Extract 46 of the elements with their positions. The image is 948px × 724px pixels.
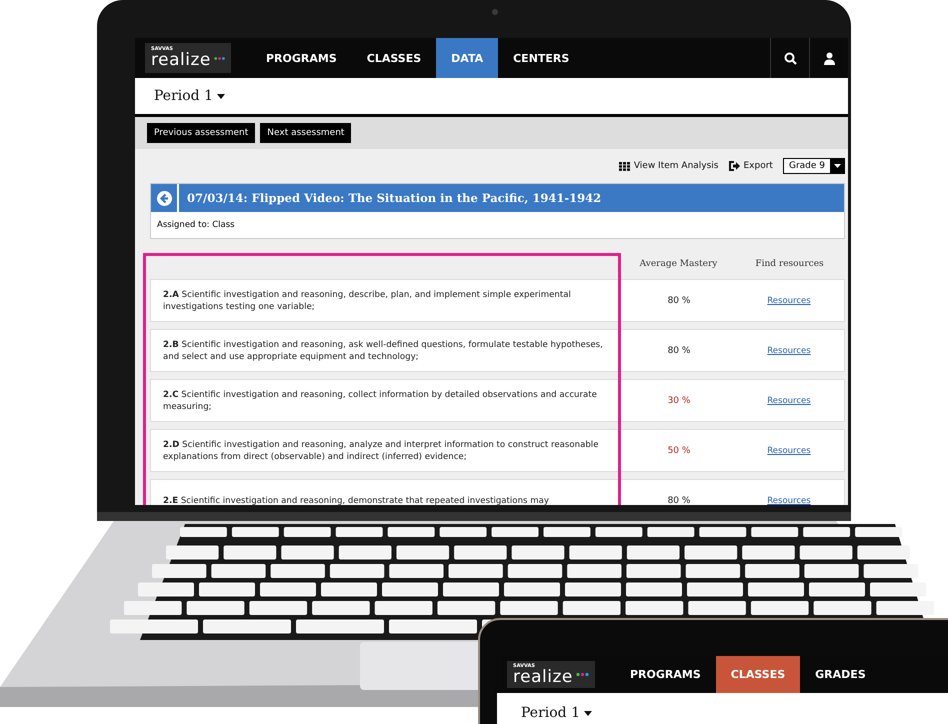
standard-description: 2.E Scientific investigation and reasoning, demonstrate that repeated investigations may <box>162 494 550 505</box>
resources-link[interactable]: Resources <box>767 346 811 356</box>
logo-name: realize <box>151 52 211 69</box>
mastery-percent: 50 % <box>666 446 692 456</box>
standard-description: 2.C Scientific investigation and reasoning, collect information by detailed observations and accurate measuring; <box>162 388 598 412</box>
grid-icon <box>618 162 630 170</box>
assigned-label: Assigned to: Class <box>156 219 236 232</box>
nav-tab[interactable]: PROGRAMS <box>615 656 716 693</box>
assessment-nav-button[interactable]: Next assessment <box>260 123 352 143</box>
nav-tab[interactable]: CENTERS <box>498 38 584 78</box>
nav-tab[interactable]: GRADES <box>800 656 881 693</box>
mastery-percent: 80 % <box>666 346 692 356</box>
mastery-percent: 80 % <box>666 496 692 505</box>
standard-description: 2.D Scientific investigation and reasoning, analyze and interpret information to construct reasonable explanations from direct (observable) and indirect (inferred) evidence; <box>162 438 600 462</box>
standard-description: 2.A Scientific investigation and reasoning, describe, plan, and implement simple experimental investigations testing one variable; <box>162 288 572 312</box>
assessment-title: 07/03/14: Flipped Video: The Situation in the Pacific, 1941-1942 <box>186 190 602 207</box>
nav-tab[interactable]: PROGRAMS <box>251 38 352 78</box>
resources-link[interactable]: Resources <box>767 296 811 306</box>
back-arrow-icon[interactable] <box>156 190 172 206</box>
mastery-percent: 30 % <box>666 396 692 406</box>
logo-dots-icon <box>576 672 589 677</box>
export-icon <box>728 161 740 171</box>
resources-link[interactable]: Resources <box>767 496 811 505</box>
nav-tab[interactable]: CLASSES <box>716 656 800 693</box>
grade-select[interactable]: Grade 9 <box>782 158 845 174</box>
logo-dots-icon <box>214 56 225 60</box>
webcam-dot <box>492 9 498 15</box>
period-dropdown[interactable]: Period 1 <box>154 88 225 104</box>
standard-description: 2.B Scientific investigation and reasoning, ask well-defined questions, formulate testable hypotheses, and select and use appropriate equipment and technology; <box>162 338 604 362</box>
caret-icon <box>584 710 592 716</box>
nav-tab[interactable]: CLASSES <box>352 38 436 78</box>
column-header: Find resources <box>754 259 825 269</box>
period-dropdown[interactable]: Period 1 <box>521 705 948 721</box>
assessment-nav-button[interactable]: Previous assessment <box>147 123 256 143</box>
resources-link[interactable]: Resources <box>767 396 811 406</box>
column-header: Average Mastery <box>638 259 718 269</box>
resources-link[interactable]: Resources <box>767 446 811 456</box>
user-icon[interactable] <box>822 52 836 64</box>
caret-icon <box>834 164 840 168</box>
logo-name: realize <box>513 668 573 686</box>
mastery-percent: 80 % <box>666 296 692 306</box>
item-analysis-link[interactable]: View Item Analysis <box>618 161 718 171</box>
nav-tab[interactable]: DATA <box>436 38 498 78</box>
caret-icon <box>217 94 225 98</box>
search-icon[interactable] <box>784 52 796 64</box>
export-link[interactable]: Export <box>728 161 773 171</box>
